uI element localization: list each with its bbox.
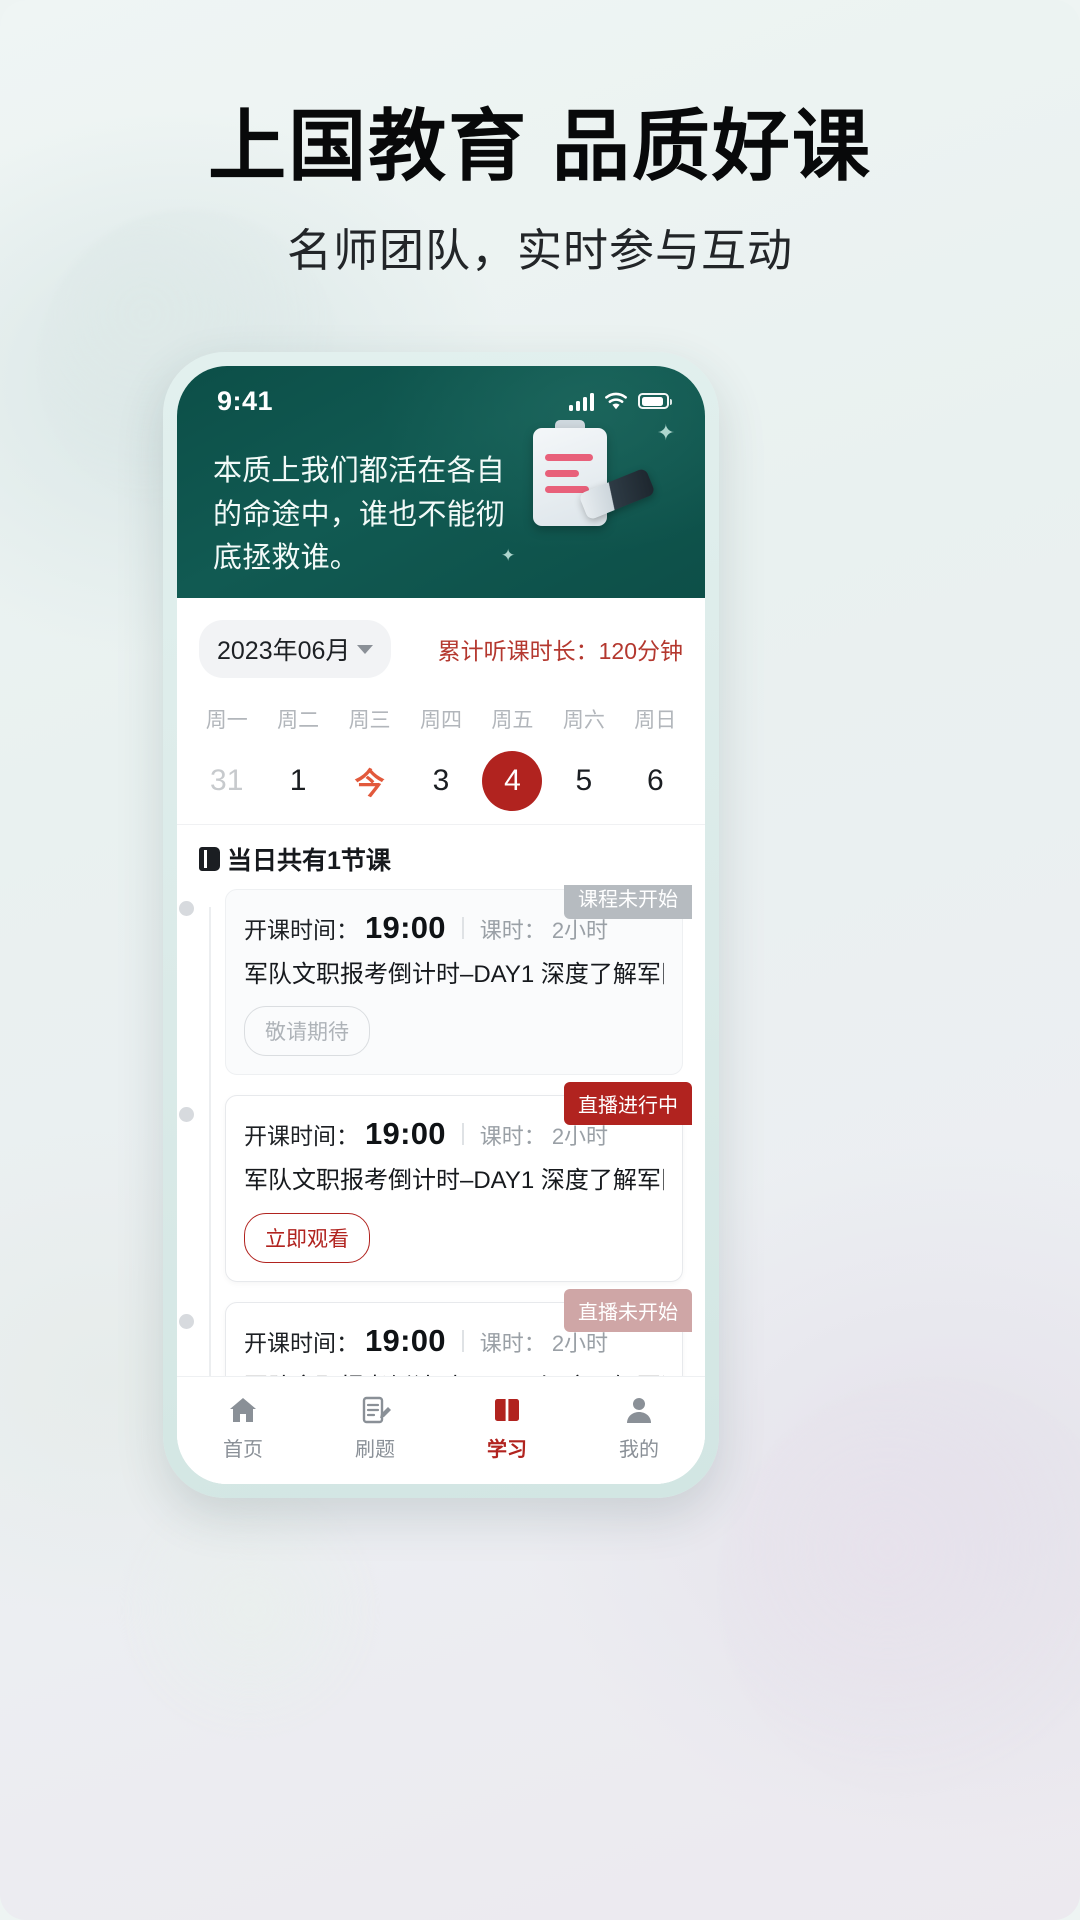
timeline-dot-icon	[179, 901, 194, 916]
decorative-blob	[720, 1380, 1080, 1800]
signal-bars-icon	[568, 392, 594, 411]
calendar-header: 2023年06月 累计听课时长：120分钟	[177, 598, 705, 688]
date-cell[interactable]: 1	[262, 752, 333, 810]
person-icon	[627, 1397, 651, 1423]
course-list: 课程未开始 开课时间： 19:00 课时： 2小时 军队文职报考倒计时–DAY1…	[177, 885, 705, 1376]
date-cell[interactable]: 5	[548, 752, 619, 810]
tab-quiz[interactable]: 刷题	[309, 1394, 441, 1462]
list-item[interactable]: 直播未开始 开课时间： 19:00 课时： 2小时 军队文职报考倒计时–DAY1…	[179, 1288, 692, 1376]
status-bar: 9:41	[177, 366, 705, 428]
date-cell-selected[interactable]: 4	[477, 751, 548, 811]
book-open-icon	[495, 1398, 519, 1421]
weekday-label: 周三	[348, 709, 391, 732]
status-badge: 课程未开始	[564, 885, 692, 919]
divider	[461, 1329, 464, 1352]
date-cell[interactable]: 3	[405, 752, 476, 810]
course-count-label: 当日共有1节课	[227, 847, 391, 875]
weekday-label: 周日	[634, 709, 677, 732]
poster-text-block: 上国教育 品质好课 名师团队，实时参与互动	[0, 104, 1080, 279]
date-cell[interactable]: 31	[191, 752, 262, 810]
hero-quote: 本质上我们都活在各自的命途中，谁也不能彻底拯救谁。	[213, 455, 506, 574]
weekday-label: 周二	[277, 709, 320, 732]
chevron-down-icon	[357, 644, 374, 654]
weekday-label: 周一	[205, 709, 248, 732]
start-time-label: 开课时间：	[244, 1329, 359, 1356]
date-label: 3	[432, 764, 450, 797]
start-time-value: 19:00	[365, 1116, 446, 1152]
status-badge: 直播进行中	[564, 1082, 692, 1126]
course-title: 军队文职报考倒计时–DAY1 深度了解军队文职	[244, 1372, 664, 1376]
quiz-paper-icon	[362, 1396, 391, 1423]
start-time-label: 开课时间：	[244, 1123, 359, 1150]
timeline-dot-icon	[179, 1107, 194, 1123]
list-item[interactable]: 直播进行中 开课时间： 19:00 课时： 2小时 军队文职报考倒计时–DAY1…	[179, 1082, 692, 1282]
date-cell[interactable]: 6	[620, 752, 691, 810]
divider	[461, 1123, 464, 1146]
start-time-value: 19:00	[365, 1322, 446, 1358]
weekday-label: 周四	[419, 709, 462, 732]
weekday-label: 周六	[562, 709, 605, 732]
tab-label: 首页	[223, 1438, 263, 1461]
home-icon	[230, 1397, 256, 1422]
clipboard-pen-illustration: ✦ ✦	[497, 418, 677, 568]
course-action-button[interactable]: 立即观看	[244, 1212, 370, 1263]
course-title: 军队文职报考倒计时–DAY1 深度了解军队文职	[244, 961, 664, 988]
phone-screen: 9:41 本质上我们都活在各自的命途中，谁也不能彻底拯救谁。 ✦ ✦ 2023年…	[177, 366, 705, 1484]
course-card[interactable]: 课程未开始 开课时间： 19:00 课时： 2小时 军队文职报考倒计时–DAY1…	[225, 885, 692, 1076]
timeline-dot-icon	[179, 1313, 194, 1329]
status-time: 9:41	[217, 385, 274, 416]
divider	[461, 917, 464, 939]
weekday-row: 周一 周二 周三 周四 周五 周六 周日	[177, 696, 705, 742]
tab-mine[interactable]: 我的	[573, 1394, 705, 1462]
study-total-label: 累计听课时长：120分钟	[437, 638, 683, 664]
book-icon	[199, 847, 220, 871]
tab-home[interactable]: 首页	[177, 1394, 309, 1462]
date-label: 1	[289, 764, 307, 797]
course-card[interactable]: 直播未开始 开课时间： 19:00 课时： 2小时 军队文职报考倒计时–DAY1…	[225, 1288, 692, 1376]
list-item[interactable]: 课程未开始 开课时间： 19:00 课时： 2小时 军队文职报考倒计时–DAY1…	[179, 885, 692, 1076]
date-cell-today[interactable]: 今	[334, 752, 405, 810]
month-label: 2023年06月	[217, 637, 351, 665]
month-selector[interactable]: 2023年06月	[199, 620, 392, 678]
date-label: 6	[646, 764, 664, 797]
sparkle-icon: ✦	[501, 546, 516, 565]
bottom-tab-bar: 首页 刷题 学习 我的	[177, 1376, 705, 1484]
start-time-value: 19:00	[365, 910, 446, 945]
weekday-label: 周五	[491, 709, 534, 732]
date-label: 4	[482, 751, 543, 811]
phone-mockup: 9:41 本质上我们都活在各自的命途中，谁也不能彻底拯救谁。 ✦ ✦ 2023年…	[163, 352, 719, 1498]
wifi-icon	[605, 392, 627, 409]
start-time-label: 开课时间：	[244, 917, 359, 943]
course-title: 军队文职报考倒计时–DAY1 深度了解军队文职	[244, 1167, 664, 1195]
date-label: 今	[354, 768, 385, 801]
poster-headline: 上国教育 品质好课	[208, 102, 872, 190]
poster-subheadline: 名师团队，实时参与互动	[286, 225, 793, 277]
tab-label: 我的	[619, 1438, 659, 1461]
decorative-blob	[120, 1480, 380, 1740]
tab-label: 学习	[487, 1438, 527, 1461]
course-count-header: 当日共有1节课	[177, 825, 705, 885]
duration-label: 课时：	[479, 1124, 546, 1150]
battery-icon	[638, 393, 672, 409]
date-label: 31	[210, 764, 244, 797]
duration-label: 课时：	[479, 918, 546, 943]
date-label: 5	[575, 764, 593, 797]
status-icons	[568, 392, 672, 411]
tab-label: 刷题	[355, 1438, 395, 1461]
course-action-button[interactable]: 敬请期待	[244, 1006, 370, 1057]
duration-label: 课时：	[479, 1330, 546, 1356]
date-row: 31 1 今 3 4 5 6	[177, 751, 705, 825]
tab-study[interactable]: 学习	[441, 1394, 573, 1462]
content-sheet: 2023年06月 累计听课时长：120分钟 周一 周二 周三 周四 周五 周六 …	[177, 598, 705, 1484]
status-badge: 直播未开始	[564, 1288, 692, 1332]
course-card[interactable]: 直播进行中 开课时间： 19:00 课时： 2小时 军队文职报考倒计时–DAY1…	[225, 1082, 692, 1282]
